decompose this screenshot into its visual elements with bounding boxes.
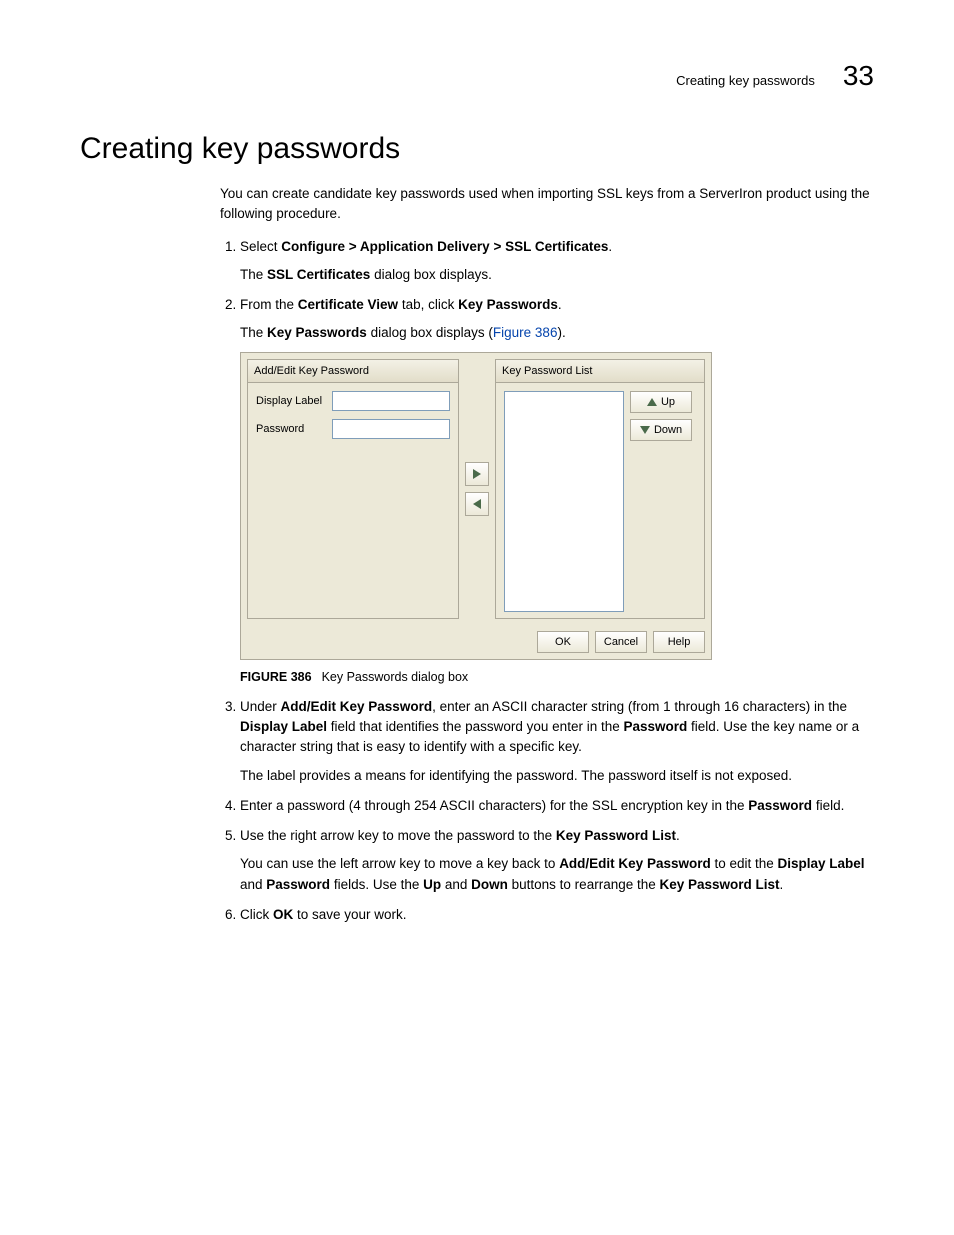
figure-number: FIGURE 386 <box>240 670 312 684</box>
text: The <box>240 325 267 340</box>
step-5-note: You can use the left arrow key to move a… <box>240 854 874 895</box>
step-2-result: The Key Passwords dialog box displays (F… <box>240 323 874 343</box>
text: The <box>240 267 267 282</box>
step-1-result: The SSL Certificates dialog box displays… <box>240 265 874 285</box>
help-button-label: Help <box>668 634 691 651</box>
procedure-list: Select Configure > Application Delivery … <box>220 237 874 926</box>
tab-name: Certificate View <box>298 297 398 312</box>
chevron-left-icon <box>473 499 481 509</box>
text: . <box>676 828 680 843</box>
field-name: Password <box>266 877 330 892</box>
add-edit-panel-title: Add/Edit Key Password <box>247 359 459 384</box>
figure-link[interactable]: Figure 386 <box>493 325 558 340</box>
figure-caption: FIGURE 386 Key Passwords dialog box <box>240 668 874 687</box>
password-input[interactable] <box>332 419 450 439</box>
step-6: Click OK to save your work. <box>240 905 874 925</box>
text: From the <box>240 297 298 312</box>
list-name: Key Password List <box>556 828 676 843</box>
step-3-note: The label provides a means for identifyi… <box>240 766 874 786</box>
figure-caption-text: Key Passwords dialog box <box>322 670 469 684</box>
down-button[interactable]: Down <box>630 419 692 441</box>
move-left-button[interactable] <box>465 492 489 516</box>
text: dialog box displays ( <box>367 325 493 340</box>
cancel-button-label: Cancel <box>604 634 638 651</box>
chevron-right-icon <box>473 469 481 479</box>
transfer-buttons <box>465 359 489 620</box>
dialog-name: Key Passwords <box>267 325 367 340</box>
step-1: Select Configure > Application Delivery … <box>240 237 874 286</box>
text: field that identifies the password you e… <box>327 719 623 734</box>
text: to save your work. <box>293 907 406 922</box>
text: tab, click <box>398 297 458 312</box>
step-3: Under Add/Edit Key Password, enter an AS… <box>240 697 874 786</box>
field-name: Password <box>748 798 812 813</box>
intro-paragraph: You can create candidate key passwords u… <box>220 184 874 225</box>
running-header: Creating key passwords 33 <box>80 60 874 92</box>
display-label-label: Display Label <box>256 393 326 410</box>
triangle-down-icon <box>640 426 650 434</box>
text: Use the right arrow key to move the pass… <box>240 828 556 843</box>
list-name: Key Password List <box>660 877 780 892</box>
text: . <box>558 297 562 312</box>
text: You can use the left arrow key to move a… <box>240 856 559 871</box>
cancel-button[interactable]: Cancel <box>595 631 647 653</box>
up-button[interactable]: Up <box>630 391 692 413</box>
ok-button-label: OK <box>555 634 571 651</box>
key-password-list-title: Key Password List <box>495 359 705 384</box>
dialog-footer: OK Cancel Help <box>241 625 711 659</box>
help-button[interactable]: Help <box>653 631 705 653</box>
password-label: Password <box>256 421 326 438</box>
field-name: Display Label <box>778 856 865 871</box>
panel-name: Add/Edit Key Password <box>281 699 433 714</box>
page: { "header": { "title": "Creating key pas… <box>0 0 954 1235</box>
step-2: From the Certificate View tab, click Key… <box>240 295 874 687</box>
panel-name: Add/Edit Key Password <box>559 856 711 871</box>
down-button-label: Down <box>654 422 682 439</box>
key-passwords-dialog: Add/Edit Key Password Display Label Pass… <box>240 352 712 661</box>
chapter-number: 33 <box>843 60 874 92</box>
text: buttons to rearrange the <box>508 877 660 892</box>
text: to edit the <box>711 856 778 871</box>
step-4: Enter a password (4 through 254 ASCII ch… <box>240 796 874 816</box>
button-name: Key Passwords <box>458 297 558 312</box>
text: Enter a password (4 through 254 ASCII ch… <box>240 798 748 813</box>
text: , enter an ASCII character string (from … <box>432 699 847 714</box>
body: You can create candidate key passwords u… <box>220 184 874 925</box>
key-password-list-panel: Key Password List Up <box>495 359 705 620</box>
button-name: Down <box>471 877 508 892</box>
field-name: Display Label <box>240 719 327 734</box>
text: Under <box>240 699 281 714</box>
text: . <box>608 239 612 254</box>
text: Select <box>240 239 281 254</box>
menu-path: Configure > Application Delivery > SSL C… <box>281 239 608 254</box>
button-name: Up <box>423 877 441 892</box>
triangle-up-icon <box>647 398 657 406</box>
key-password-listbox[interactable] <box>504 391 624 612</box>
add-edit-panel: Add/Edit Key Password Display Label Pass… <box>247 359 459 620</box>
text: Click <box>240 907 273 922</box>
running-header-title: Creating key passwords <box>676 73 815 88</box>
text: ). <box>557 325 565 340</box>
page-title: Creating key passwords <box>80 132 874 166</box>
text: fields. Use the <box>330 877 423 892</box>
button-name: OK <box>273 907 293 922</box>
text: dialog box displays. <box>370 267 492 282</box>
ok-button[interactable]: OK <box>537 631 589 653</box>
up-button-label: Up <box>661 394 675 411</box>
step-5: Use the right arrow key to move the pass… <box>240 826 874 895</box>
figure-386: Add/Edit Key Password Display Label Pass… <box>240 352 874 687</box>
text: . <box>780 877 784 892</box>
text: and <box>441 877 471 892</box>
dialog-name: SSL Certificates <box>267 267 370 282</box>
display-label-input[interactable] <box>332 391 450 411</box>
text: field. <box>812 798 844 813</box>
move-right-button[interactable] <box>465 462 489 486</box>
text: and <box>240 877 266 892</box>
field-name: Password <box>623 719 687 734</box>
